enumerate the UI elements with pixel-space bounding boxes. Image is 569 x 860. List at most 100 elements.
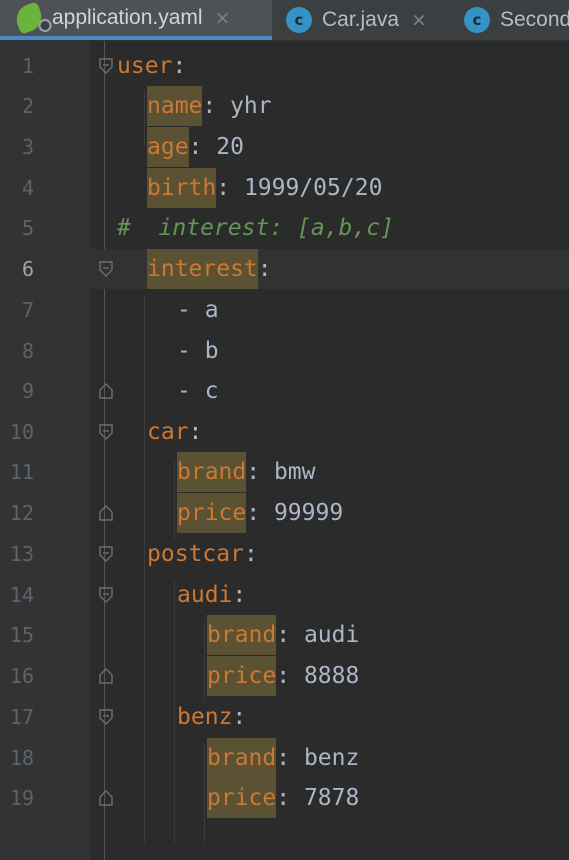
line-number: 15 (9, 623, 34, 647)
line-number: 18 (9, 746, 34, 770)
code-text: price: 99999 (177, 493, 343, 533)
code-text: postcar: (147, 534, 258, 574)
yaml-key: brand (177, 452, 247, 492)
yaml-key: brand (207, 738, 277, 778)
yaml-value: : 7878 (276, 785, 360, 811)
yaml-value: : (188, 419, 203, 445)
code-line[interactable]: 17 benz: (0, 697, 569, 737)
yaml-value: : (257, 256, 272, 282)
fold-open-icon[interactable] (98, 58, 114, 74)
close-icon[interactable]: × (411, 9, 427, 31)
yaml-value: : bmw (246, 459, 316, 485)
yaml-key: birth (147, 168, 217, 208)
code-line[interactable]: 16 price: 8888 (0, 656, 569, 696)
yaml-value: : 20 (188, 134, 244, 160)
fold-end-icon[interactable] (98, 790, 114, 806)
yaml-value: : yhr (202, 93, 272, 119)
line-number: 7 (21, 298, 34, 322)
code-line[interactable]: 11 brand: bmw (0, 452, 569, 492)
line-number: 13 (9, 542, 34, 566)
yaml-key: car (147, 419, 189, 445)
yaml-key: postcar (147, 541, 244, 567)
code-line[interactable]: 7 - a (0, 290, 569, 330)
code-line[interactable]: 5 # interest: [a,b,c] (0, 208, 569, 248)
code-text: age: 20 (147, 127, 244, 167)
code-line[interactable]: 2 name: yhr (0, 86, 569, 126)
yaml-list-item: - b (177, 338, 219, 364)
code-editor[interactable]: 1 user: 2 name: yhr 3 age: 20 4 birth: 1… (0, 41, 569, 860)
yaml-value: : (172, 53, 187, 79)
line-number: 8 (21, 339, 34, 363)
code-text: audi: (177, 575, 246, 615)
tab-car-java[interactable]: c Car.java × (286, 0, 446, 40)
code-text: name: yhr (147, 86, 272, 126)
yaml-key: user (117, 53, 173, 79)
line-number: 10 (9, 420, 34, 444)
fold-end-icon[interactable] (98, 668, 114, 684)
yaml-value: : benz (276, 745, 360, 771)
code-line-current[interactable]: 6 interest: (0, 249, 569, 289)
yaml-value: : (243, 541, 258, 567)
fold-end-icon[interactable] (98, 383, 114, 399)
tab-second[interactable]: c Second (464, 0, 569, 40)
code-text: birth: 1999/05/20 (147, 168, 382, 208)
code-line[interactable]: 10 car: (0, 412, 569, 452)
line-number: 6 (21, 257, 34, 281)
fold-open-icon[interactable] (98, 424, 114, 440)
tab-application-yaml[interactable]: application.yaml × (0, 0, 272, 40)
code-text: benz: (177, 697, 246, 737)
yaml-list-item: - a (177, 297, 219, 323)
fold-open-icon[interactable] (98, 546, 114, 562)
code-text: car: (147, 412, 202, 452)
yaml-value: : 99999 (246, 500, 344, 526)
fold-open-icon[interactable] (98, 587, 114, 603)
yaml-list-item: - c (177, 378, 219, 404)
code-line[interactable]: 14 audi: (0, 575, 569, 615)
code-text: brand: benz (207, 738, 359, 778)
code-text: user: (117, 46, 186, 86)
line-number: 4 (21, 176, 34, 200)
yaml-value: : 1999/05/20 (216, 175, 383, 201)
yaml-comment: # interest: [a,b,c] (117, 215, 394, 241)
yaml-value: : audi (276, 622, 360, 648)
spring-yaml-icon (12, 1, 46, 35)
line-number: 17 (9, 705, 34, 729)
fold-end-icon[interactable] (98, 505, 114, 521)
code-line[interactable]: 18 brand: benz (0, 738, 569, 778)
line-number: 2 (21, 94, 34, 118)
code-line[interactable]: 9 - c (0, 371, 569, 411)
code-line[interactable]: 3 age: 20 (0, 127, 569, 167)
fold-open-icon[interactable] (98, 709, 114, 725)
line-number: 1 (21, 54, 34, 78)
editor-tab-bar: application.yaml × c Car.java × c Second (0, 0, 569, 41)
code-line[interactable]: 19 price: 7878 (0, 778, 569, 818)
yaml-key: name (147, 86, 203, 126)
yaml-key: interest (147, 249, 258, 289)
code-text: brand: audi (207, 615, 359, 655)
code-text: interest: (147, 249, 272, 289)
yaml-key: price (207, 778, 277, 818)
yaml-key: audi (177, 582, 233, 608)
yaml-value: : (232, 582, 247, 608)
code-text: price: 8888 (207, 656, 359, 696)
line-number: 9 (21, 379, 34, 403)
class-icon: c (286, 7, 312, 33)
code-line[interactable]: 8 - b (0, 331, 569, 371)
yaml-key: price (177, 493, 247, 533)
code-line[interactable]: 12 price: 99999 (0, 493, 569, 533)
yaml-key: price (207, 656, 277, 696)
code-line[interactable]: 15 brand: audi (0, 615, 569, 655)
close-icon[interactable]: × (215, 7, 231, 29)
yaml-key: age (147, 127, 189, 167)
tab-label: application.yaml (52, 6, 203, 29)
yaml-key: brand (207, 615, 277, 655)
line-number: 19 (9, 786, 34, 810)
class-icon: c (464, 7, 490, 33)
fold-open-icon[interactable] (98, 261, 114, 277)
yaml-value: : (232, 704, 247, 730)
code-line[interactable]: 1 user: (0, 46, 569, 86)
line-number: 3 (21, 135, 34, 159)
line-number: 16 (9, 664, 34, 688)
code-line[interactable]: 13 postcar: (0, 534, 569, 574)
code-line[interactable]: 4 birth: 1999/05/20 (0, 168, 569, 208)
